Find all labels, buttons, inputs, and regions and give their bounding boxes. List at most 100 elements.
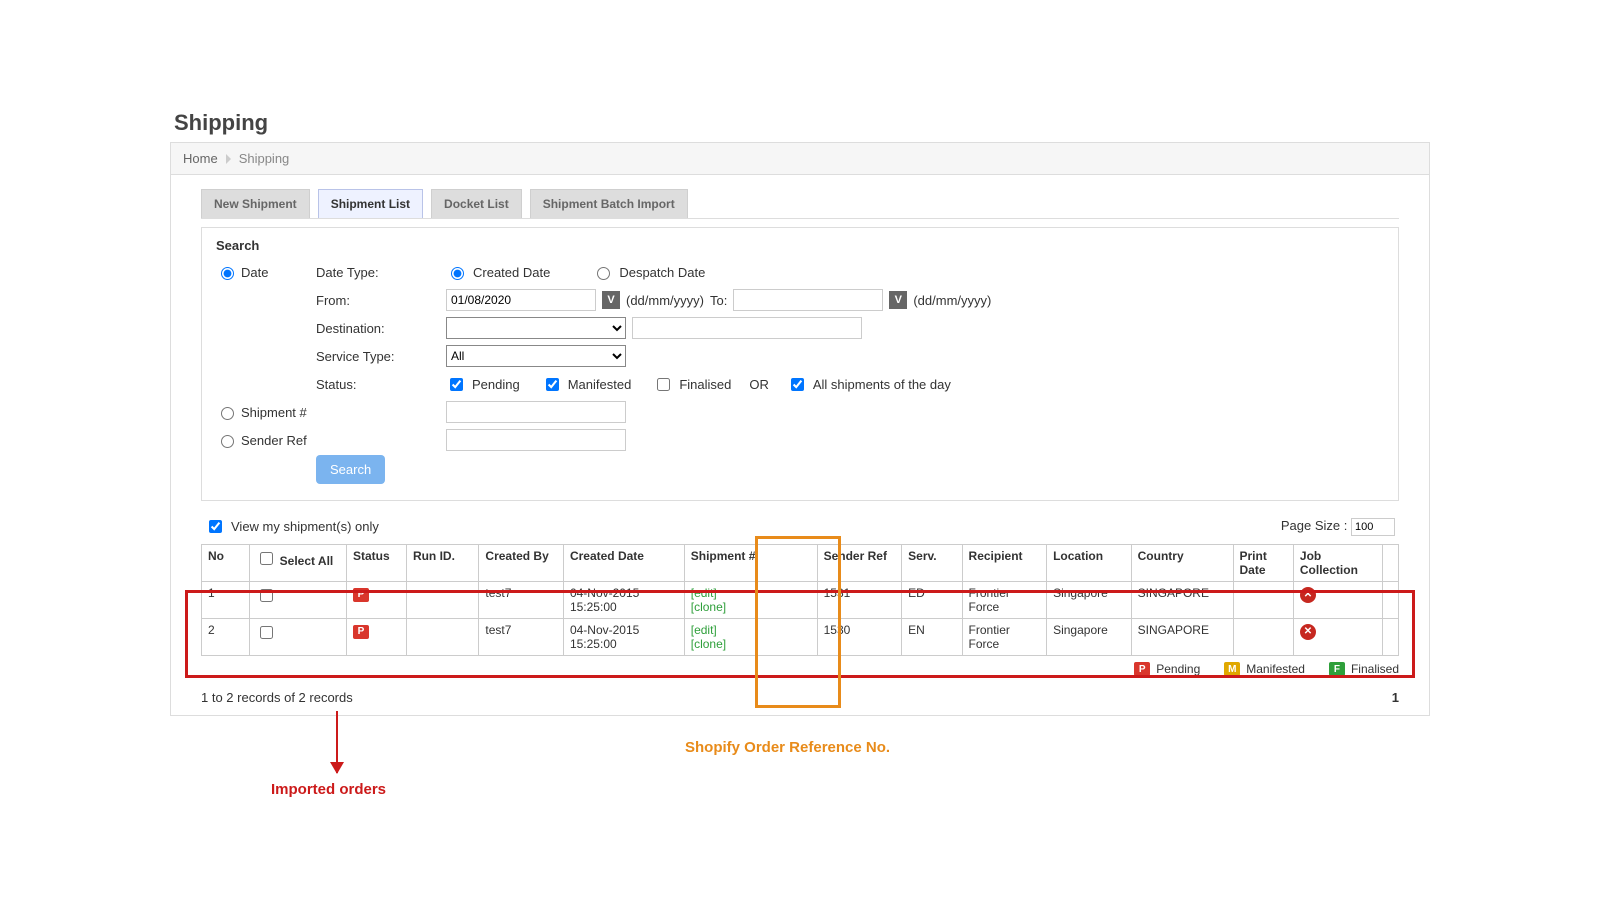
- breadcrumb-current: Shipping: [239, 151, 290, 166]
- status-finalised-checkbox[interactable]: [657, 378, 670, 391]
- view-my-shipments-label: View my shipment(s) only: [231, 519, 379, 534]
- manifested-flag-icon: M: [1224, 662, 1240, 676]
- radio-sender-ref[interactable]: [221, 435, 234, 448]
- despatch-date-label: Despatch Date: [619, 265, 705, 280]
- service-type-select[interactable]: All: [446, 345, 626, 367]
- shipment-clone-link[interactable]: [clone]: [691, 600, 726, 614]
- row-select-checkbox[interactable]: [260, 626, 273, 639]
- page-title: Shipping: [174, 110, 1430, 136]
- to-date-input[interactable]: [733, 289, 883, 311]
- tab-docket-list[interactable]: Docket List: [431, 189, 522, 218]
- search-title: Search: [216, 238, 1384, 253]
- cell-sender-ref: 1531: [817, 582, 902, 619]
- breadcrumb-separator-icon: [226, 154, 231, 164]
- breadcrumb: Home Shipping: [170, 142, 1430, 175]
- radio-date-label: Date: [241, 265, 268, 280]
- col-created-by: Created By: [479, 545, 564, 582]
- cell-country: SINGAPORE: [1131, 582, 1233, 619]
- tab-new-shipment[interactable]: New Shipment: [201, 189, 310, 218]
- destination-label: Destination:: [316, 321, 446, 336]
- from-label: From:: [316, 293, 446, 308]
- col-recipient: Recipient: [962, 545, 1047, 582]
- radio-created-date[interactable]: [451, 267, 464, 280]
- status-or-label: OR: [749, 377, 769, 392]
- page-size-input[interactable]: [1351, 518, 1395, 536]
- search-box: Search Date Date Type: Created Date Desp…: [201, 227, 1399, 501]
- cell-shipment-no: [edit][clone]: [684, 582, 817, 619]
- select-all-checkbox[interactable]: [260, 552, 273, 565]
- shipment-edit-link[interactable]: [edit]: [691, 586, 717, 600]
- to-label: To:: [710, 293, 727, 308]
- status-all-day-checkbox[interactable]: [791, 378, 804, 391]
- to-date-picker-icon[interactable]: V: [889, 291, 907, 309]
- shipment-edit-link[interactable]: [edit]: [691, 623, 717, 637]
- page-root: Shipping Home Shipping New Shipment Ship…: [170, 0, 1430, 716]
- radio-shipment-no-label: Shipment #: [241, 405, 307, 420]
- status-manifested-label: Manifested: [568, 377, 632, 392]
- pending-flag-icon: P: [353, 588, 369, 602]
- tab-batch-import[interactable]: Shipment Batch Import: [530, 189, 688, 218]
- table-row: 2Ptest704-Nov-2015 15:25:00 [edit][clone…: [202, 619, 1399, 656]
- breadcrumb-home[interactable]: Home: [183, 151, 218, 166]
- cell-recipient: Frontier Force: [962, 582, 1047, 619]
- view-my-shipments-checkbox[interactable]: [209, 520, 222, 533]
- cell-shipment-no: [edit][clone]: [684, 619, 817, 656]
- main-panel: New Shipment Shipment List Docket List S…: [170, 175, 1430, 716]
- tab-shipment-list[interactable]: Shipment List: [318, 189, 423, 218]
- radio-despatch-date[interactable]: [597, 267, 610, 280]
- status-manifested-checkbox[interactable]: [546, 378, 559, 391]
- col-sender-ref: Sender Ref: [817, 545, 902, 582]
- table-container: No Select All Status Run ID. Created By …: [201, 544, 1399, 656]
- status-all-day-label: All shipments of the day: [813, 377, 951, 392]
- pending-flag-icon: P: [353, 625, 369, 639]
- search-button[interactable]: Search: [316, 455, 385, 484]
- cell-print-date: [1233, 619, 1293, 656]
- radio-shipment-no[interactable]: [221, 407, 234, 420]
- from-date-format-hint: (dd/mm/yyyy): [626, 293, 704, 308]
- sender-ref-input[interactable]: [446, 429, 626, 451]
- col-status: Status: [346, 545, 406, 582]
- destination-select[interactable]: [446, 317, 626, 339]
- cell-sender-ref: 1530: [817, 619, 902, 656]
- cell-print-date: [1233, 582, 1293, 619]
- cell-created-date: 04-Nov-2015 15:25:00: [563, 619, 684, 656]
- page-number: 1: [1392, 690, 1399, 705]
- col-print-date: Print Date: [1233, 545, 1293, 582]
- radio-date[interactable]: [221, 267, 234, 280]
- to-date-format-hint: (dd/mm/yyyy): [913, 293, 991, 308]
- date-type-label: Date Type:: [316, 265, 446, 280]
- radio-sender-ref-label: Sender Ref: [241, 433, 307, 448]
- finalised-flag-icon: F: [1329, 662, 1345, 676]
- col-run-id: Run ID.: [406, 545, 478, 582]
- cancel-icon[interactable]: ✕: [1300, 624, 1316, 640]
- col-serv: Serv.: [902, 545, 962, 582]
- legend-manifested: Manifested: [1246, 662, 1305, 676]
- shipment-table: No Select All Status Run ID. Created By …: [201, 544, 1399, 656]
- cell-country: SINGAPORE: [1131, 619, 1233, 656]
- shipment-no-input[interactable]: [446, 401, 626, 423]
- annotation-imported-text: Imported orders: [271, 781, 386, 798]
- col-select-all: Select All: [280, 554, 334, 568]
- col-job-collection: Job Collection: [1293, 545, 1382, 582]
- cell-run-id: [406, 582, 478, 619]
- row-select-checkbox[interactable]: [260, 589, 273, 602]
- shipment-clone-link[interactable]: [clone]: [691, 637, 726, 651]
- from-date-input[interactable]: [446, 289, 596, 311]
- cell-recipient: Frontier Force: [962, 619, 1047, 656]
- status-pending-checkbox[interactable]: [450, 378, 463, 391]
- from-date-picker-icon[interactable]: V: [602, 291, 620, 309]
- cancel-icon[interactable]: ✕: [1300, 587, 1316, 603]
- cell-serv: ED: [902, 582, 962, 619]
- status-label: Status:: [316, 377, 446, 392]
- annotation-arrow: [336, 711, 338, 773]
- cell-no: 1: [202, 582, 250, 619]
- destination-input[interactable]: [632, 317, 862, 339]
- cell-created-date: 04-Nov-2015 15:25:00: [563, 582, 684, 619]
- col-no: No: [202, 545, 250, 582]
- status-finalised-label: Finalised: [679, 377, 731, 392]
- col-country: Country: [1131, 545, 1233, 582]
- cell-serv: EN: [902, 619, 962, 656]
- service-type-label: Service Type:: [316, 349, 446, 364]
- col-shipment-no: Shipment #: [684, 545, 817, 582]
- col-created-date: Created Date: [563, 545, 684, 582]
